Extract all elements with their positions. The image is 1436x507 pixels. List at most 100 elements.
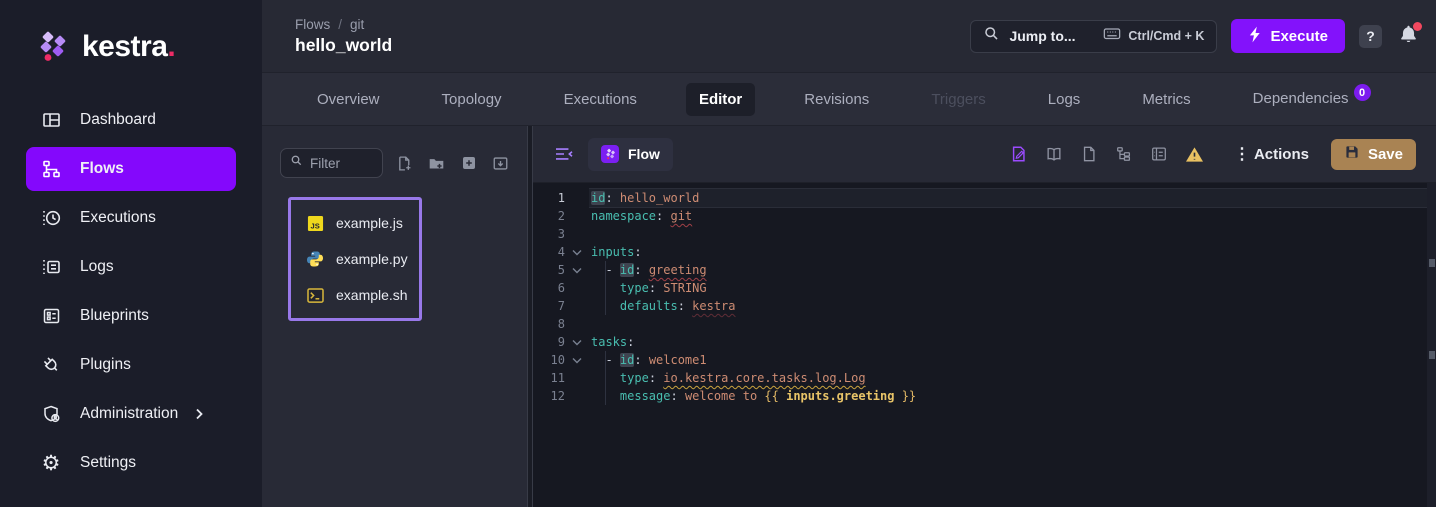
code-content: id: hello_world — [589, 189, 1436, 207]
fold-chevron-icon[interactable] — [565, 333, 589, 351]
topology-view-icon[interactable] — [1115, 145, 1134, 164]
line-number: 2 — [533, 207, 565, 225]
tab-label: Overview — [317, 91, 380, 108]
tab-executions[interactable]: Executions — [551, 83, 650, 116]
warning-icon[interactable] — [1185, 145, 1204, 164]
file-name: example.sh — [336, 287, 408, 303]
export-folder-icon[interactable] — [492, 155, 509, 172]
line-number: 6 — [533, 279, 565, 297]
editor-view-icon[interactable] — [1010, 145, 1029, 164]
sidebar-nav: Dashboard Flows Executions Logs Blueprints Pl… — [26, 98, 236, 490]
flows-icon — [40, 158, 62, 180]
tab-overview[interactable]: Overview — [304, 83, 393, 116]
line-number: 11 — [533, 369, 565, 387]
executions-icon — [40, 207, 62, 229]
file-item[interactable]: example.py — [291, 241, 419, 277]
editor-tab-label: Flow — [628, 146, 660, 162]
code-content: type: STRING — [589, 279, 1436, 297]
code-line-7[interactable]: 7 defaults: kestra — [533, 297, 1436, 315]
line-number: 5 — [533, 261, 565, 279]
gutter-spacer — [565, 297, 589, 315]
code-content — [589, 225, 1436, 243]
code-line-9[interactable]: 9tasks: — [533, 333, 1436, 351]
sidebar-item-settings[interactable]: ⚙Settings — [26, 441, 236, 485]
code-content: namespace: git — [589, 207, 1436, 225]
breadcrumb-namespace[interactable]: git — [350, 17, 364, 32]
code-content: message: welcome to {{ inputs.greeting }… — [589, 387, 1436, 405]
import-icon[interactable] — [460, 155, 477, 172]
keyboard-icon — [1103, 26, 1121, 46]
line-number: 3 — [533, 225, 565, 243]
code-line-5[interactable]: 5 - id: greeting — [533, 261, 1436, 279]
code-line-8[interactable]: 8 — [533, 315, 1436, 333]
jump-to-label: Jump to... — [1009, 28, 1075, 44]
execute-button[interactable]: Execute — [1231, 19, 1345, 53]
tab-metrics[interactable]: Metrics — [1129, 83, 1203, 116]
jump-to-search[interactable]: Jump to... Ctrl/Cmd + K — [970, 20, 1217, 53]
code-line-11[interactable]: 11 type: io.kestra.core.tasks.log.Log — [533, 369, 1436, 387]
code-line-3[interactable]: 3 — [533, 225, 1436, 243]
breadcrumb: Flows / git — [295, 17, 392, 32]
actions-menu-button[interactable]: ⋮ Actions — [1234, 144, 1309, 164]
code-line-12[interactable]: 12 message: welcome to {{ inputs.greetin… — [533, 387, 1436, 405]
tab-revisions[interactable]: Revisions — [791, 83, 882, 116]
save-icon — [1344, 144, 1360, 164]
collapse-sidebar-icon[interactable] — [553, 143, 575, 165]
indent-guide — [605, 387, 606, 405]
sidebar-item-dashboard[interactable]: Dashboard — [26, 98, 236, 142]
tab-logs[interactable]: Logs — [1035, 83, 1094, 116]
code-line-10[interactable]: 10 - id: welcome1 — [533, 351, 1436, 369]
svg-text:JS: JS — [310, 221, 319, 230]
search-icon — [983, 25, 1000, 47]
gutter-spacer — [565, 189, 589, 207]
new-file-icon[interactable] — [396, 155, 413, 172]
new-folder-icon[interactable] — [428, 155, 445, 172]
documentation-icon[interactable] — [1045, 145, 1064, 164]
editor-tab-flow[interactable]: Flow — [588, 138, 673, 171]
save-button[interactable]: Save — [1331, 139, 1416, 170]
breadcrumb-flows[interactable]: Flows — [295, 17, 330, 32]
file-item[interactable]: example.sh — [291, 277, 419, 313]
tab-topology[interactable]: Topology — [429, 83, 515, 116]
page-title: hello_world — [295, 35, 392, 56]
brand-dot: . — [167, 30, 175, 63]
filter-input[interactable] — [310, 156, 370, 171]
blueprints-view-icon[interactable] — [1150, 145, 1169, 164]
sidebar-item-administration[interactable]: Administration — [26, 392, 236, 436]
sidebar-item-logs[interactable]: Logs — [26, 245, 236, 289]
fold-chevron-icon[interactable] — [565, 261, 589, 279]
main-area: Flows / git hello_world Jump to... — [262, 0, 1436, 507]
sidebar-item-label: Logs — [80, 258, 114, 276]
fold-chevron-icon[interactable] — [565, 351, 589, 369]
code-line-6[interactable]: 6 type: STRING — [533, 279, 1436, 297]
code-line-4[interactable]: 4inputs: — [533, 243, 1436, 261]
editor-scrollbar[interactable] — [1427, 183, 1436, 507]
line-number: 8 — [533, 315, 565, 333]
breadcrumb-separator: / — [338, 17, 342, 32]
code-editor[interactable]: 1id: hello_world2 namespace: git 34inputs:… — [533, 183, 1436, 507]
notifications-button[interactable] — [1396, 24, 1420, 48]
tab-editor[interactable]: Editor — [686, 83, 755, 116]
tab-label: Topology — [442, 91, 502, 108]
javascript-file-icon: JS — [306, 214, 324, 232]
flow-tabbar: Overview Topology Executions Editor Revision… — [262, 73, 1436, 126]
sidebar-item-blueprints[interactable]: Blueprints — [26, 294, 236, 338]
code-line-2[interactable]: 2 namespace: git — [533, 207, 1436, 225]
file-explorer-panel: JSexample.jsexample.py example.sh — [262, 126, 527, 507]
tab-label: Executions — [564, 91, 637, 108]
help-button[interactable]: ? — [1359, 25, 1382, 48]
kestra-logo[interactable]: kestra. — [36, 30, 262, 64]
file-item[interactable]: JSexample.js — [291, 205, 419, 241]
code-content: tasks: — [589, 333, 1436, 351]
sidebar-item-executions[interactable]: Executions — [26, 196, 236, 240]
code-line-1[interactable]: 1id: hello_world — [533, 189, 1436, 207]
sidebar-item-plugins[interactable]: Plugins — [26, 343, 236, 387]
brand-name: kestra. — [82, 30, 175, 64]
editor-toolbar: Flow — [533, 126, 1436, 183]
code-content — [589, 315, 1436, 333]
tab-dependencies[interactable]: Dependencies0 — [1240, 82, 1384, 117]
scrollbar-warning-mark — [1429, 259, 1435, 267]
sidebar-item-flows[interactable]: Flows — [26, 147, 236, 191]
fold-chevron-icon[interactable] — [565, 243, 589, 261]
file-icon[interactable] — [1080, 145, 1099, 164]
